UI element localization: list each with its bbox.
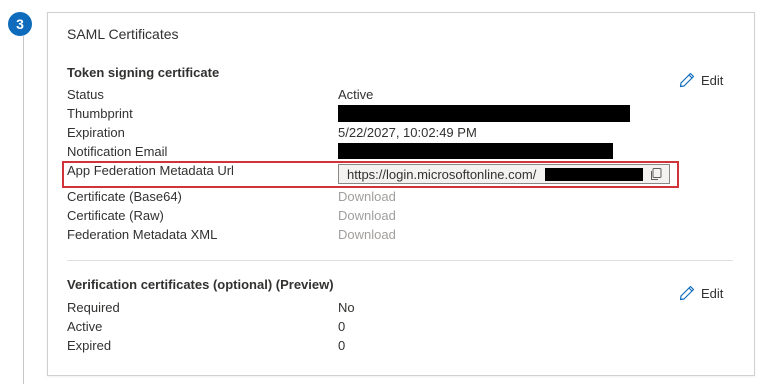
status-value: Active	[338, 87, 374, 102]
download-xml-link[interactable]: Download	[338, 225, 396, 244]
thumbprint-redacted	[338, 105, 630, 122]
row-federation-metadata-xml: Federation Metadata XML Download	[67, 225, 687, 244]
download-base64-link[interactable]: Download	[338, 187, 396, 206]
row-thumbprint: Thumbprint	[67, 104, 687, 123]
row-certificate-raw: Certificate (Raw) Download	[67, 206, 687, 225]
copy-icon[interactable]	[649, 167, 663, 181]
required-value: No	[338, 300, 355, 315]
url-redacted	[545, 168, 643, 181]
row-label: Expiration	[67, 125, 125, 140]
row-active: Active 0	[67, 317, 687, 336]
step-number-badge: 3	[8, 12, 32, 36]
saml-certificates-card: SAML Certificates Token signing certific…	[47, 12, 755, 376]
row-label: Active	[67, 319, 103, 334]
row-label: Certificate (Raw)	[67, 208, 164, 223]
row-label: Federation Metadata XML	[67, 227, 218, 242]
row-expiration: Expiration 5/22/2027, 10:02:49 PM	[67, 123, 687, 142]
row-label: Expired	[67, 338, 112, 353]
row-label: Notification Email	[67, 144, 168, 159]
expired-value: 0	[338, 338, 346, 353]
section-divider	[67, 260, 733, 261]
step-connector-line	[23, 36, 24, 384]
expiration-value: 5/22/2027, 10:02:49 PM	[338, 125, 477, 140]
row-required: Required No	[67, 298, 687, 317]
card-title: SAML Certificates	[67, 26, 179, 42]
row-label: Status	[67, 87, 104, 102]
row-expired: Expired 0	[67, 336, 687, 355]
edit-label: Edit	[701, 72, 724, 88]
active-value: 0	[338, 319, 346, 334]
verification-title: Verification certificates (optional) (Pr…	[67, 277, 334, 292]
row-label: Certificate (Base64)	[67, 189, 182, 204]
row-label: Thumbprint	[67, 106, 133, 121]
row-notification-email: Notification Email	[67, 142, 687, 161]
row-status: Status Active	[67, 85, 687, 104]
token-signing-title: Token signing certificate	[67, 65, 220, 80]
row-certificate-base64: Certificate (Base64) Download	[67, 187, 687, 206]
metadata-url-field[interactable]: https://login.microsoftonline.com/	[338, 164, 670, 184]
metadata-url-value: https://login.microsoftonline.com/	[347, 167, 537, 182]
row-label: Required	[67, 300, 120, 315]
email-redacted	[338, 143, 613, 159]
download-raw-link[interactable]: Download	[338, 206, 396, 225]
edit-label: Edit	[701, 285, 724, 301]
